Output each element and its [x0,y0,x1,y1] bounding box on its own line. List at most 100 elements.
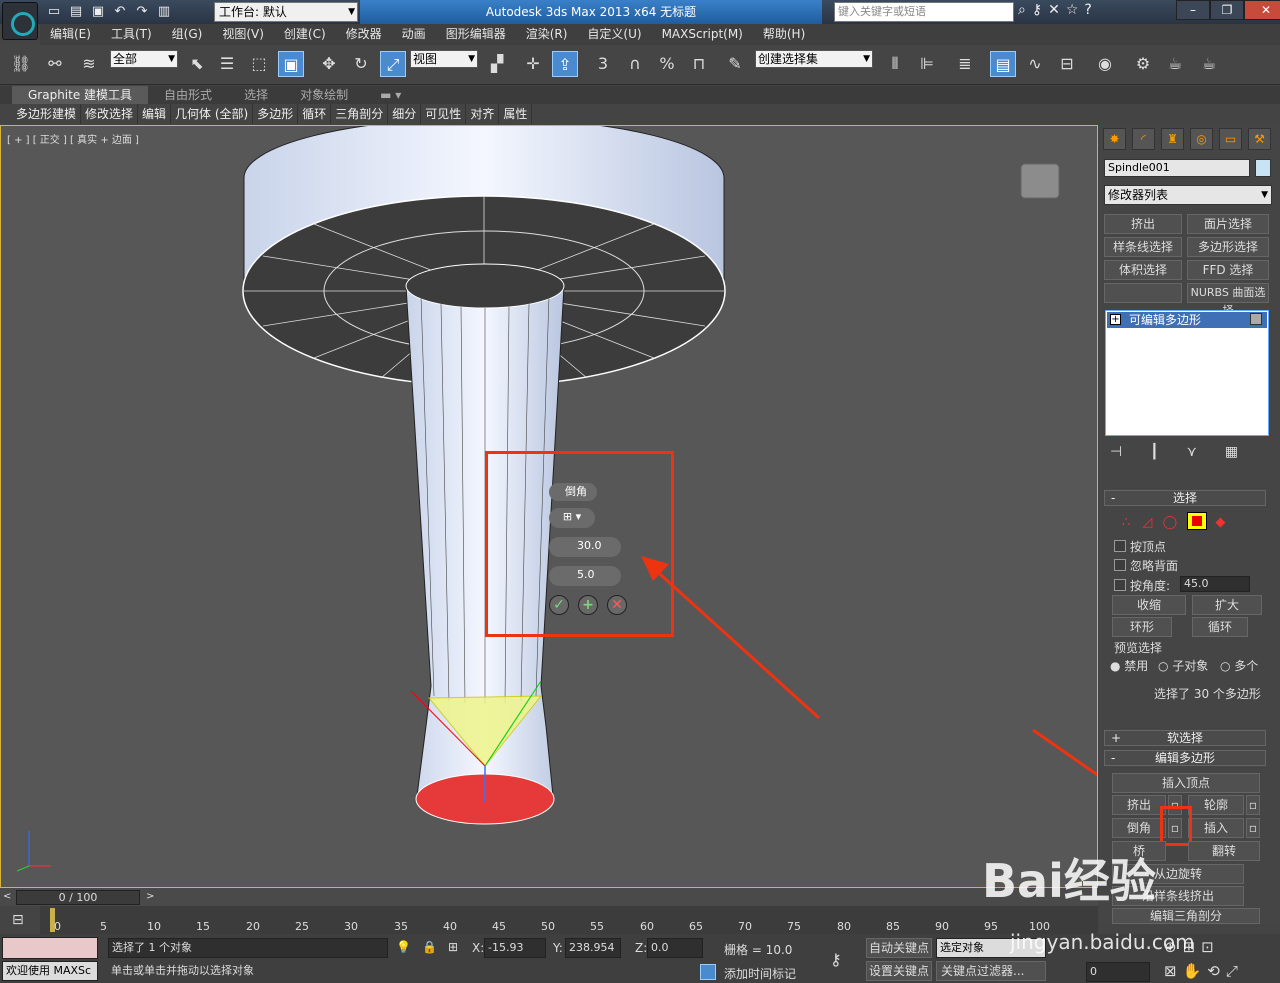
auto-key-button[interactable]: 自动关键点 [866,938,932,958]
menu-views[interactable]: 视图(V) [212,24,274,45]
project-folder-icon[interactable]: ▥ [154,2,174,22]
ignore-backface-checkbox[interactable]: 忽略背面 [1114,557,1178,574]
curve-editor-mini-icon[interactable]: ⊟ [12,912,24,928]
percent-snap-icon[interactable]: % [654,51,680,77]
make-unique-icon[interactable]: ⋎ [1187,444,1197,460]
extrude-button[interactable]: 挤出 [1112,795,1166,815]
caddy-height-field[interactable]: 30.0 [549,537,621,557]
mod-spline-select-button[interactable]: 样条线选择 [1104,237,1182,257]
edit-named-sel-icon[interactable]: ✎ [722,51,748,77]
motion-tab-icon[interactable]: ◎ [1190,128,1213,150]
panel-align[interactable]: 对齐 [466,104,500,124]
workspace-dropdown[interactable]: 工作台: 默认 [214,2,358,22]
menu-create[interactable]: 创建(C) [274,24,336,45]
caddy-outline-field[interactable]: 5.0 [549,566,621,586]
display-tab-icon[interactable]: ▭ [1219,128,1242,150]
caddy-ok-icon[interactable]: ✓ [549,595,569,615]
time-slider[interactable]: 0 / 100 [16,890,140,905]
menu-animation[interactable]: 动画 [392,24,436,45]
welcome-text[interactable]: 欢迎使用 MAXSc [2,961,98,981]
inset-button[interactable]: 插入 [1188,818,1244,838]
search-input[interactable]: 键入关键字或短语 [834,2,1014,22]
angle-spinner[interactable]: 45.0 [1180,576,1250,592]
graphite-toggle-icon[interactable]: ▤ [990,51,1016,77]
panel-modify-selection[interactable]: 修改选择 [81,104,139,124]
polygon-icon[interactable] [1187,512,1208,530]
hierarchy-tab-icon[interactable]: ♜ [1161,128,1184,150]
close-button[interactable]: ✕ [1244,0,1280,20]
render-setup-icon[interactable]: ⚙ [1130,51,1156,77]
unlink-icon[interactable]: ⚯ [42,51,68,77]
slider-left-arrow-icon[interactable]: < [3,891,11,902]
panel-polygons[interactable]: 多边形 [253,104,299,124]
panel-subdivision[interactable]: 细分 [388,104,422,124]
object-name-field[interactable]: Spindle001 [1104,159,1250,177]
mod-vol-select-button[interactable]: 体积选择 [1104,260,1182,280]
x-coordinate-field[interactable]: -15.93 [484,938,546,958]
spinner-snap-icon[interactable]: ⊓ [686,51,712,77]
object-color-swatch[interactable] [1255,159,1271,177]
insert-vertex-button[interactable]: 插入顶点 [1112,773,1260,793]
set-key-button[interactable]: 设置关键点 [866,961,932,981]
binoculars-icon[interactable]: ⌕ [1018,2,1026,18]
undo-icon[interactable]: ↶ [110,2,130,22]
stack-item-editable-poly[interactable]: 可编辑多边形 [1107,312,1267,328]
border-icon[interactable]: ◯ [1163,515,1178,530]
select-by-name-icon[interactable]: ☰ [214,51,240,77]
scale-icon[interactable]: ⤢ [380,51,406,77]
pan-icon[interactable]: ✋ [1183,962,1208,980]
panel-tris[interactable]: 三角剖分 [331,104,389,124]
utilities-tab-icon[interactable]: ⚒ [1248,128,1271,150]
maximize-viewport-icon[interactable]: ⤢ [1226,962,1244,980]
mod-nurbs-select-button[interactable]: NURBS 曲面选择 [1187,283,1269,317]
panel-loops[interactable]: 循环 [298,104,332,124]
window-crossing-icon[interactable]: ▣ [278,51,304,77]
rotate-icon[interactable]: ↻ [348,51,374,77]
snap-toggle-icon[interactable]: 3 [590,51,616,77]
menu-help[interactable]: 帮助(H) [753,24,815,45]
edge-icon[interactable]: ◿ [1142,515,1152,530]
key-filters-button[interactable]: 关键点过滤器... [936,961,1046,981]
menu-maxscript[interactable]: MAXScript(M) [652,24,753,45]
keyboard-shortcut-icon[interactable]: ⇪ [552,51,578,77]
mod-patch-select-button[interactable]: 面片选择 [1187,214,1269,234]
key-icon[interactable]: ⚷ [1032,2,1042,18]
menu-group[interactable]: 组(G) [162,24,213,45]
rect-selection-icon[interactable]: ⬚ [246,51,272,77]
outline-button[interactable]: 轮廓 [1188,795,1244,815]
flip-button[interactable]: 翻转 [1188,841,1260,861]
element-icon[interactable]: ◆ [1215,515,1225,530]
outline-settings-icon[interactable]: ▫ [1246,795,1260,815]
mod-empty-button[interactable] [1104,283,1182,303]
angle-snap-icon[interactable]: ∩ [622,51,648,77]
add-time-tag-button[interactable]: 添加时间标记 [724,965,796,982]
save-icon[interactable]: ▣ [88,2,108,22]
by-vertex-checkbox[interactable]: 按顶点 [1114,538,1166,555]
pivot-center-icon[interactable]: ▞ [484,51,510,77]
named-selection-dropdown[interactable]: 创建选择集 [755,50,873,68]
mod-extrude-button[interactable]: 挤出 [1104,214,1182,234]
modify-tab-icon[interactable]: ◜ [1132,128,1155,150]
mod-poly-select-button[interactable]: 多边形选择 [1187,237,1269,257]
menu-tools[interactable]: 工具(T) [101,24,162,45]
current-frame-field[interactable]: 0 [1086,962,1150,982]
edit-polygons-rollout-header[interactable]: - 编辑多边形 [1104,750,1266,766]
set-key-icon[interactable]: ⚷ [830,950,842,969]
stack-expand-icon[interactable]: + [1110,314,1121,325]
reference-coord-dropdown[interactable]: 视图 [410,50,478,68]
panel-poly-modeling[interactable]: 多边形建模 [12,104,82,124]
help-icon[interactable]: ? [1084,2,1091,18]
caddy-cancel-icon[interactable]: ✕ [607,595,627,615]
y-coordinate-field[interactable]: 238.954 [565,938,621,958]
configure-sets-icon[interactable]: ▦ [1225,444,1238,460]
absolute-mode-icon[interactable]: ⊞ [448,940,458,954]
tab-selection[interactable]: 选择 [228,86,284,104]
caddy-bevel-type-dropdown[interactable]: ⊞ ▾ [549,508,595,528]
curve-editor-icon[interactable]: ∿ [1022,51,1048,77]
mirror-icon[interactable]: ⫴ [882,51,908,77]
preview-disabled-radio[interactable]: ● 禁用 [1110,657,1148,674]
panel-geometry[interactable]: 几何体 (全部) [171,104,254,124]
star-icon[interactable]: ☆ [1066,2,1079,18]
lock-selection-icon[interactable]: 🔒 [422,940,437,954]
menu-graph-editors[interactable]: 图形编辑器 [436,24,516,45]
